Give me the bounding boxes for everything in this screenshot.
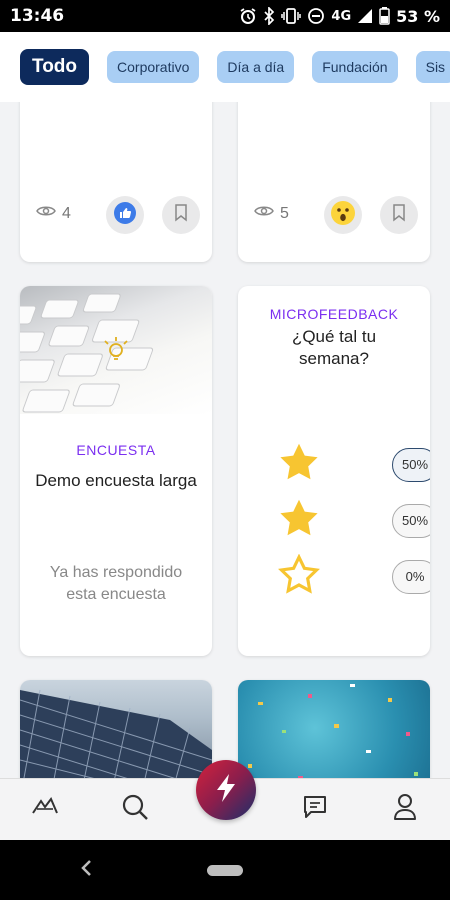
rating-percent: 50%: [392, 503, 430, 538]
battery-icon: [379, 7, 390, 25]
nav-messages[interactable]: [290, 785, 340, 835]
views-counter: 5: [254, 204, 289, 223]
survey-title: Demo encuesta larga: [35, 471, 197, 490]
like-icon: [113, 201, 137, 230]
alarm-icon: [239, 7, 257, 25]
rating-option-3[interactable]: 50%: [278, 442, 430, 487]
post-card-solar[interactable]: [20, 680, 212, 778]
survey-answered-status: Ya has respondido esta encuesta: [49, 564, 183, 603]
rating-option-1[interactable]: 0%: [278, 553, 430, 599]
survey-image: [20, 286, 212, 414]
views-count: 5: [280, 204, 289, 222]
star-outline-icon: [278, 553, 320, 599]
battery-percent: 53 %: [396, 6, 440, 26]
eye-icon: [36, 204, 56, 223]
home-logo-icon: [31, 797, 59, 822]
chat-icon: [302, 794, 328, 825]
solar-panel-image: [20, 680, 212, 778]
bookmark-button[interactable]: [162, 196, 200, 234]
post-card-top-right[interactable]: 5: [238, 102, 430, 262]
eye-icon: [254, 204, 274, 223]
signal-icon: [357, 8, 373, 24]
home-gesture-pill[interactable]: [207, 865, 243, 876]
post-card-celebration[interactable]: [238, 680, 430, 778]
surprised-emoji-icon: [330, 200, 356, 231]
status-icons: 4G 53 %: [239, 7, 440, 26]
bookmark-icon: [392, 203, 406, 227]
confetti-image: [238, 680, 430, 778]
bookmark-icon: [174, 203, 188, 227]
rating-percent: 50%: [392, 447, 430, 482]
status-time: 13:46: [10, 6, 65, 26]
survey-card[interactable]: ENCUESTA Demo encuesta larga Ya has resp…: [20, 286, 212, 656]
views-counter: 4: [36, 204, 71, 223]
vibrate-icon: [281, 7, 302, 25]
microfeedback-card[interactable]: MICROFEEDBACK ¿Qué tal tu semana? 50% 50…: [238, 286, 430, 656]
bookmark-button[interactable]: [380, 196, 418, 234]
system-navigation-bar: [0, 840, 450, 900]
filter-chip-fundacion[interactable]: Fundación: [312, 51, 398, 83]
quick-action-button[interactable]: [196, 760, 256, 820]
rating-option-2[interactable]: 50%: [278, 498, 430, 543]
nav-profile[interactable]: [380, 785, 430, 835]
nav-home[interactable]: [20, 785, 70, 835]
post-card-top-left[interactable]: 4: [20, 102, 212, 262]
status-bar: 13:46 4G 53 %: [0, 0, 450, 32]
filter-chip-dia-a-dia[interactable]: Día a día: [217, 51, 295, 83]
bluetooth-icon: [263, 7, 275, 25]
do-not-disturb-icon: [307, 7, 325, 25]
network-type: 4G: [331, 8, 352, 24]
content-feed: 4 5 ENCUESTA Demo encuesta larga Ya has …: [0, 102, 450, 778]
nav-search[interactable]: [110, 785, 160, 835]
profile-icon: [393, 793, 417, 826]
reaction-button[interactable]: [324, 196, 362, 234]
reaction-button[interactable]: [106, 196, 144, 234]
star-icon: [278, 498, 320, 543]
back-icon[interactable]: [80, 858, 94, 883]
search-icon: [121, 793, 149, 826]
views-count: 4: [62, 204, 71, 222]
filter-chip-corporativo[interactable]: Corporativo: [107, 51, 200, 83]
microfeedback-question: ¿Qué tal tu semana?: [291, 327, 377, 369]
lightning-icon: [215, 773, 237, 808]
filter-chip-sis[interactable]: Sis: [415, 51, 450, 83]
microfeedback-tag: MICROFEEDBACK: [269, 306, 399, 322]
category-filter-bar: Todo Corporativo Día a día Fundación Sis: [0, 32, 450, 102]
filter-chip-todo[interactable]: Todo: [20, 49, 90, 85]
star-icon: [278, 442, 320, 487]
rating-percent: 0%: [392, 559, 430, 594]
survey-tag: ENCUESTA: [76, 442, 156, 458]
